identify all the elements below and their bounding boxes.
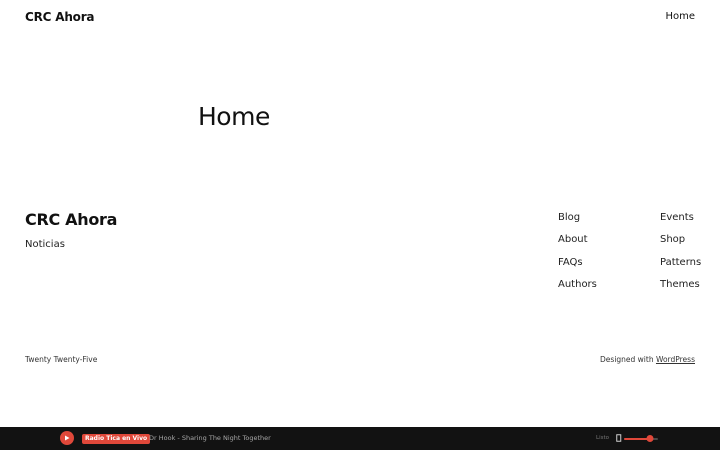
volume-slider-thumb[interactable] <box>646 435 653 442</box>
nav-item-home[interactable]: Home <box>665 11 695 22</box>
footer-link-shop[interactable]: Shop <box>660 233 701 255</box>
theme-credit: Twenty Twenty-Five <box>25 355 98 364</box>
player-status-label: Listo <box>596 434 609 441</box>
footer-link-events[interactable]: Events <box>660 211 701 233</box>
wordpress-link[interactable]: WordPress <box>656 355 695 364</box>
footer-link-themes[interactable]: Themes <box>660 278 701 300</box>
site-title-link[interactable]: CRC Ahora <box>25 10 95 24</box>
now-playing-track: Dr Hook - Sharing The Night Together <box>149 434 271 442</box>
volume-slider[interactable] <box>624 435 658 442</box>
station-badge: Radio Tica en Vivo <box>82 433 151 444</box>
page-title: Home <box>198 102 270 131</box>
footer-tagline: Noticias <box>25 239 65 250</box>
footer-site-title[interactable]: CRC Ahora <box>25 210 117 229</box>
play-icon <box>65 435 70 441</box>
footer-link-faqs[interactable]: FAQs <box>558 256 597 278</box>
header-nav: Home <box>665 11 695 22</box>
footer-links-column-2: Events Shop Patterns Themes <box>660 211 701 300</box>
radio-player-bar: Radio Tica en Vivo Dr Hook - Sharing The… <box>0 427 720 450</box>
footer-brand: CRC Ahora Noticias <box>25 210 117 250</box>
speaker-icon[interactable] <box>616 434 622 442</box>
designed-with-credit: Designed with WordPress <box>600 355 695 364</box>
play-button[interactable] <box>60 431 74 445</box>
footer-link-blog[interactable]: Blog <box>558 211 597 233</box>
footer-link-about[interactable]: About <box>558 233 597 255</box>
footer-link-authors[interactable]: Authors <box>558 278 597 300</box>
designed-with-text: Designed with <box>600 355 656 364</box>
footer-link-patterns[interactable]: Patterns <box>660 256 701 278</box>
footer-links-column-1: Blog About FAQs Authors <box>558 211 597 300</box>
site-header: CRC Ahora Home <box>25 0 695 36</box>
